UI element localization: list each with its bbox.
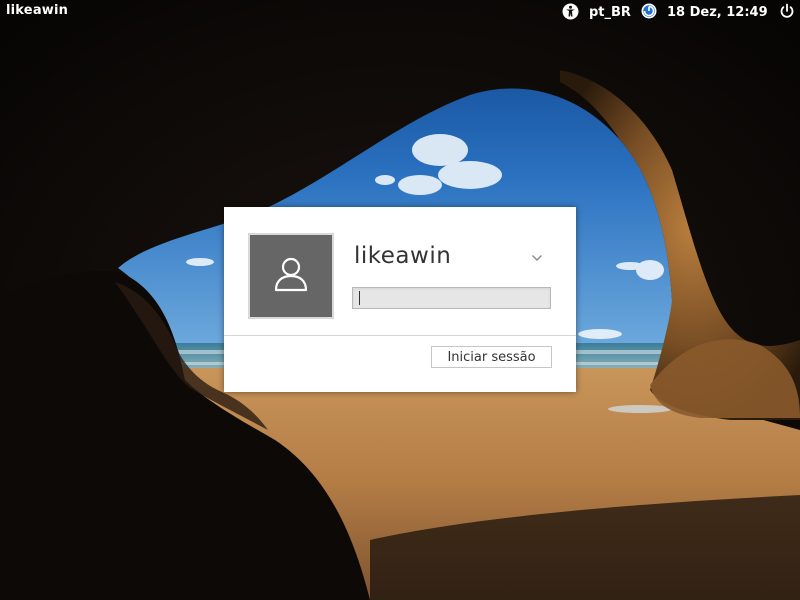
avatar <box>248 233 334 319</box>
username-label: likeawin <box>354 243 452 269</box>
greeter-screen: likeawin pt_BR 18 Dez, 12:49 likeawin In… <box>0 0 800 600</box>
top-panel: likeawin pt_BR 18 Dez, 12:49 <box>0 0 800 24</box>
chevron-down-icon[interactable] <box>529 250 545 266</box>
hostname-label: likeawin <box>6 3 69 18</box>
text-caret <box>359 291 360 305</box>
accessibility-icon[interactable] <box>562 2 579 20</box>
keyboard-layout-indicator[interactable]: pt_BR <box>589 3 631 21</box>
divider <box>224 335 576 336</box>
login-dialog: likeawin Iniciar sessão <box>224 207 576 392</box>
user-silhouette-icon <box>274 256 308 296</box>
power-icon[interactable] <box>779 2 795 20</box>
session-icon[interactable] <box>641 2 657 20</box>
password-field[interactable] <box>352 287 551 309</box>
clock: 18 Dez, 12:49 <box>667 4 768 20</box>
login-button[interactable]: Iniciar sessão <box>431 346 552 368</box>
